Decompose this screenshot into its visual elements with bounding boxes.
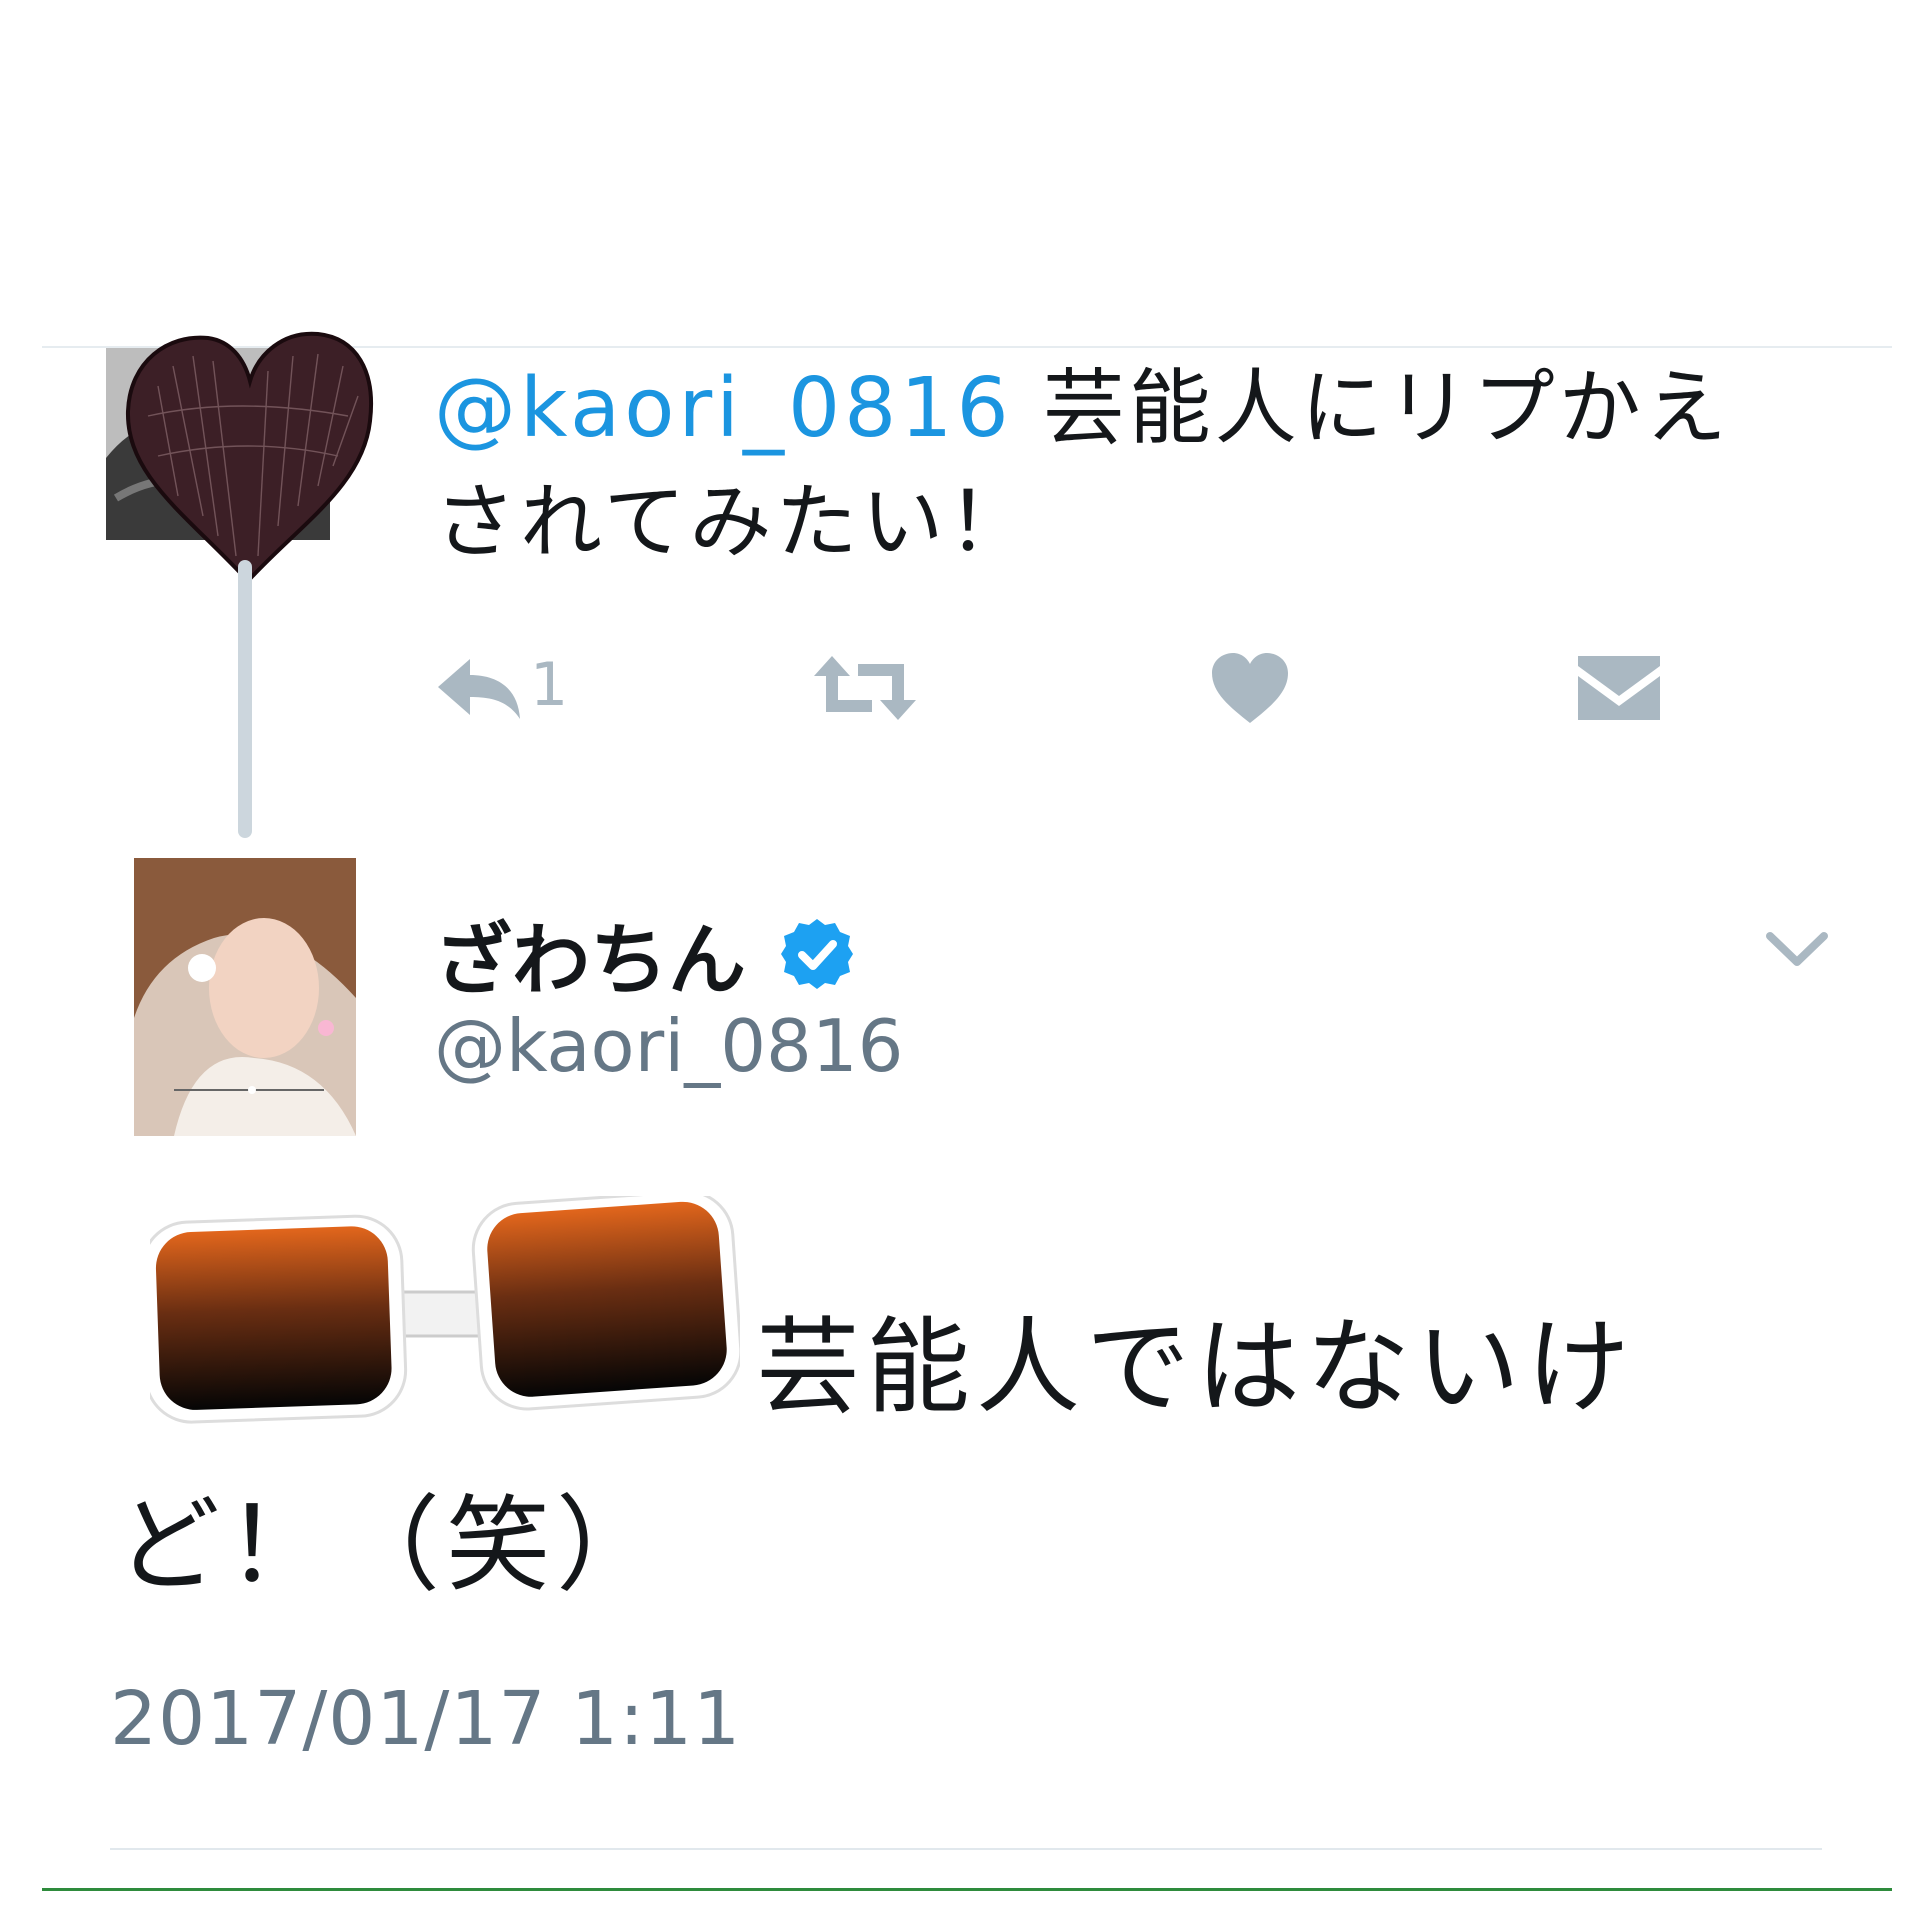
reply-button[interactable]: 1 (434, 640, 568, 740)
reply-icon (434, 653, 524, 727)
chevron-down-icon[interactable] (1762, 924, 1832, 974)
sunglasses-sticker (140, 1190, 743, 1452)
tweet-timestamp[interactable]: 2017/01/17 1:11 (110, 1676, 741, 1762)
display-name-text: ざわちん (434, 916, 747, 1006)
screen-name[interactable]: @kaori_0816 (434, 1004, 903, 1088)
bottom-divider (110, 1848, 1822, 1850)
like-button[interactable] (1210, 640, 1290, 740)
thread-line (238, 560, 252, 838)
heart-sticker (118, 326, 378, 588)
reply-avatar[interactable] (134, 858, 356, 1136)
direct-message-button[interactable] (1576, 640, 1662, 740)
green-divider (42, 1888, 1892, 1891)
parent-tweet-text: @kaori_0816 芸能人にリプかえされてみたい！ (434, 352, 1814, 580)
retweet-icon (810, 652, 920, 728)
mention-link[interactable]: @kaori_0816 (434, 361, 1013, 456)
retweet-button[interactable] (810, 640, 920, 740)
verified-badge-icon (780, 917, 854, 991)
heart-icon (1210, 651, 1290, 729)
tweet-actions: 1 (434, 640, 1734, 740)
envelope-icon (1576, 652, 1662, 728)
reply-count: 1 (530, 650, 569, 720)
display-name[interactable]: ざわちん (434, 898, 854, 1010)
